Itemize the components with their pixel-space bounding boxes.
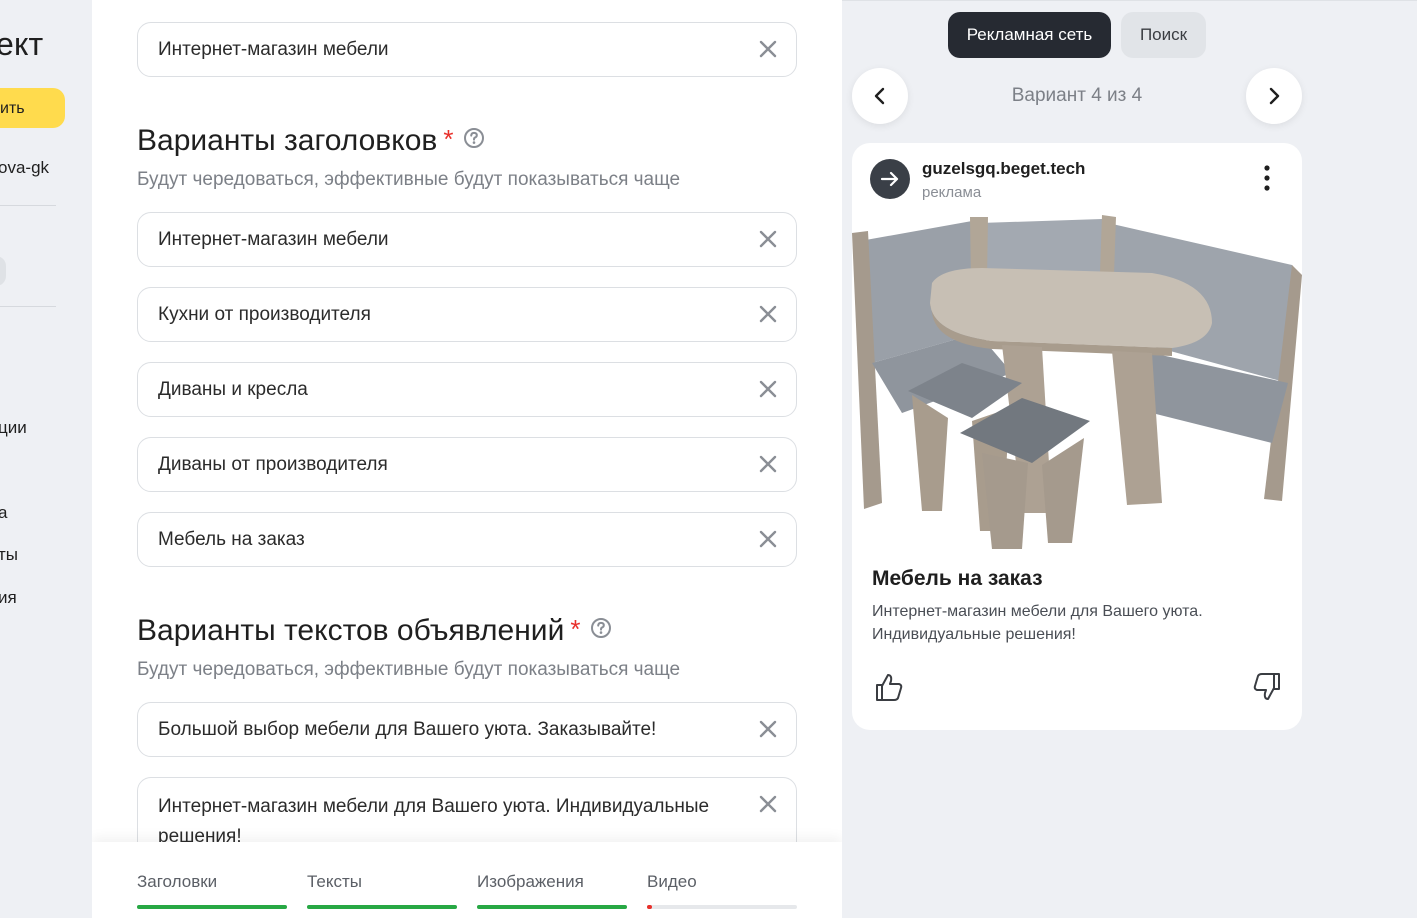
- tab-progress-bar: [477, 905, 627, 909]
- tab-label: Видео: [647, 872, 697, 891]
- tab-progress-fill: [137, 905, 287, 909]
- sidebar-title: ект: [0, 26, 44, 62]
- create-button[interactable]: ить: [0, 88, 65, 128]
- site-logo: [870, 159, 910, 199]
- tab-label: Изображения: [477, 872, 584, 891]
- headline-input[interactable]: Интернет-магазин мебели: [137, 212, 797, 267]
- input-value: Мебель на заказ: [158, 529, 305, 550]
- divider: [0, 205, 56, 206]
- clear-icon[interactable]: [756, 302, 780, 326]
- ad-domain: guzelsgq.beget.tech: [922, 159, 1086, 178]
- headlines-title: Варианты заголовков *: [137, 124, 485, 158]
- variant-counter: Вариант 4 из 4: [1011, 85, 1143, 106]
- account-name[interactable]: ova-gk: [0, 158, 49, 178]
- ad-preview-panel: Рекламная сеть Поиск Вариант 4 из 4 guze…: [842, 0, 1417, 918]
- texts-title: Варианты текстов объявлений *: [137, 614, 612, 648]
- clear-icon[interactable]: [756, 227, 780, 251]
- chevron-left-icon: [874, 87, 885, 105]
- tab-progress-fill: [477, 905, 627, 909]
- divider: [0, 306, 56, 307]
- help-icon[interactable]: [590, 617, 612, 639]
- sidebar-item[interactable]: а: [0, 503, 7, 523]
- headline-input[interactable]: Диваны от производителя: [137, 437, 797, 492]
- chevron-right-icon: [1269, 87, 1280, 105]
- clear-icon[interactable]: [756, 792, 780, 816]
- tab-search[interactable]: Поиск: [1121, 12, 1206, 58]
- clear-icon[interactable]: [756, 37, 780, 61]
- tab-progress-bar: [647, 905, 797, 909]
- prev-variant-button[interactable]: [852, 68, 908, 124]
- next-variant-button[interactable]: [1246, 68, 1302, 124]
- input-value: Кухни от производителя: [158, 304, 371, 325]
- sidebar-item[interactable]: ия: [0, 588, 17, 608]
- ad-headline: Мебель на заказ: [872, 567, 1043, 590]
- clear-icon[interactable]: [756, 527, 780, 551]
- headlines-subtitle: Будут чередоваться, эффективные будут по…: [137, 169, 681, 190]
- headline-input[interactable]: Кухни от производителя: [137, 287, 797, 342]
- tab-ad-network[interactable]: Рекламная сеть: [948, 12, 1111, 58]
- help-icon[interactable]: [463, 127, 485, 149]
- tab-progress-bar: [137, 905, 287, 909]
- input-value: Интернет-магазин мебели: [158, 229, 389, 250]
- sidebar-item[interactable]: ты: [0, 545, 18, 565]
- ad-text: Интернет-магазин мебели для Вашего уюта.…: [872, 603, 1203, 643]
- tab-label: Заголовки: [137, 872, 218, 891]
- asset-tabs: Заголовки Тексты Изображения Видео: [92, 842, 842, 918]
- clear-icon[interactable]: [756, 377, 780, 401]
- thumbs-down-icon[interactable]: [1252, 671, 1282, 703]
- input-value: Диваны от производителя: [158, 454, 388, 475]
- tab-progress-fill: [307, 905, 457, 909]
- ad-preview-card: guzelsgq.beget.tech реклама Мебель на за…: [852, 143, 1302, 730]
- more-options-icon[interactable]: [1260, 163, 1274, 193]
- input-value: Диваны и кресла: [158, 379, 308, 400]
- headline-input[interactable]: Мебель на заказ: [137, 512, 797, 567]
- clear-icon[interactable]: [756, 717, 780, 741]
- sidebar-pill[interactable]: [0, 256, 6, 286]
- tab-progress-fill: [647, 905, 652, 909]
- sidebar: ект ить ova-gk ции а ты ия: [0, 0, 92, 918]
- tab-progress-bar: [307, 905, 457, 909]
- ad-label: реклама: [922, 184, 982, 201]
- arrow-right-icon: [880, 171, 899, 187]
- input-value: Большой выбор мебели для Вашего уюта. За…: [158, 719, 657, 740]
- input-value: Интернет-магазин мебели: [158, 39, 389, 60]
- clear-icon[interactable]: [756, 452, 780, 476]
- tab-label: Тексты: [307, 872, 363, 891]
- top-input-field[interactable]: Интернет-магазин мебели: [137, 22, 797, 77]
- ad-text-input[interactable]: Большой выбор мебели для Вашего уюта. За…: [137, 702, 797, 757]
- headline-input[interactable]: Диваны и кресла: [137, 362, 797, 417]
- ad-form: Интернет-магазин мебели Варианты заголов…: [92, 0, 842, 918]
- texts-subtitle: Будут чередоваться, эффективные будут по…: [137, 659, 681, 680]
- sidebar-item[interactable]: ции: [0, 418, 27, 438]
- ad-image: [852, 213, 1302, 551]
- required-mark: *: [570, 614, 581, 644]
- required-mark: *: [443, 124, 454, 154]
- thumbs-up-icon[interactable]: [874, 671, 904, 703]
